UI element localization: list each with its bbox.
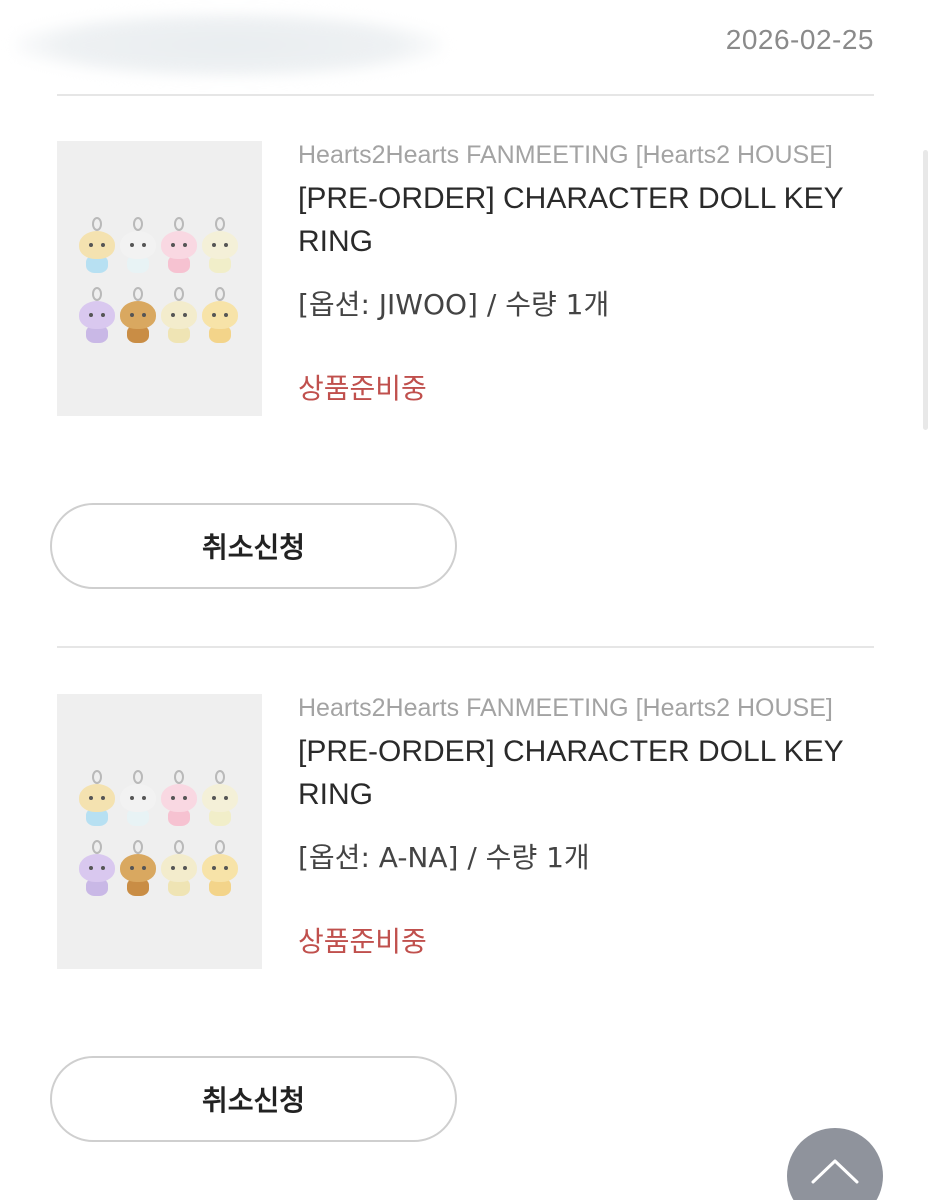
doll-keyring-image: [120, 840, 156, 896]
doll-keyring-image: [79, 770, 115, 826]
doll-keyring-image: [202, 770, 238, 826]
cancel-request-button[interactable]: 취소신청: [50, 1056, 457, 1142]
order-item: Hearts2Hearts FANMEETING [Hearts2 HOUSE]…: [0, 694, 934, 1200]
order-status: 상품준비중: [298, 372, 427, 405]
order-status: 상품준비중: [298, 925, 427, 958]
doll-keyring-image: [120, 287, 156, 343]
doll-keyring-image: [120, 770, 156, 826]
doll-keyring-image: [120, 217, 156, 273]
product-option: [옵션: JIWOO] / 수량 1개: [298, 288, 610, 321]
divider: [57, 646, 874, 648]
blurred-customer-name: [14, 12, 444, 78]
scrollbar[interactable]: [923, 150, 928, 430]
doll-keyring-image: [202, 217, 238, 273]
product-thumbnail[interactable]: [57, 141, 262, 416]
doll-keyring-image: [161, 217, 197, 273]
product-brand: Hearts2Hearts FANMEETING [Hearts2 HOUSE]: [298, 141, 833, 169]
order-date: 2026-02-25: [725, 24, 874, 55]
doll-keyring-image: [79, 217, 115, 273]
doll-keyring-image: [79, 840, 115, 896]
doll-keyring-image: [161, 770, 197, 826]
order-item: Hearts2Hearts FANMEETING [Hearts2 HOUSE]…: [0, 141, 934, 681]
divider: [57, 94, 874, 96]
doll-keyring-image: [79, 287, 115, 343]
chevron-up-icon: [811, 1159, 859, 1184]
product-title[interactable]: [PRE-ORDER] CHARACTER DOLL KEY RING: [298, 177, 858, 263]
product-title[interactable]: [PRE-ORDER] CHARACTER DOLL KEY RING: [298, 730, 858, 816]
product-thumbnail[interactable]: [57, 694, 262, 969]
doll-keyring-image: [202, 840, 238, 896]
doll-keyring-image: [161, 287, 197, 343]
doll-keyring-image: [202, 287, 238, 343]
product-option: [옵션: A-NA] / 수량 1개: [298, 841, 590, 874]
doll-keyring-image: [161, 840, 197, 896]
cancel-request-button[interactable]: 취소신청: [50, 503, 457, 589]
product-brand: Hearts2Hearts FANMEETING [Hearts2 HOUSE]: [298, 694, 833, 722]
